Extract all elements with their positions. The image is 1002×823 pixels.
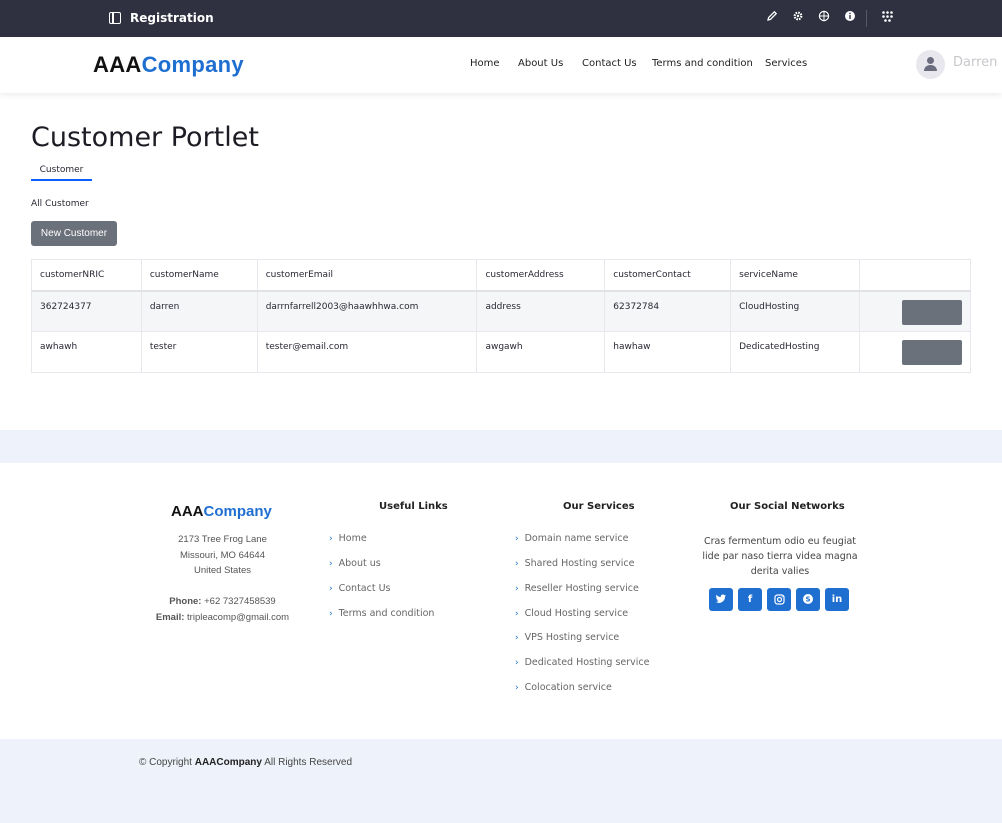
- service-link[interactable]: › Colocation service: [515, 682, 612, 693]
- chevron-right-icon: ›: [329, 609, 333, 619]
- copyright-text: © Copyright AAACompany All Rights Reserv…: [139, 757, 353, 768]
- toolbar-divider: [866, 10, 867, 27]
- column-header: customerEmail: [256, 259, 478, 292]
- copyright-band: [0, 739, 1002, 823]
- service-link[interactable]: › Domain name service: [515, 533, 628, 544]
- chevron-right-icon: ›: [515, 534, 519, 544]
- service-link[interactable]: › VPS Hosting service: [515, 632, 619, 643]
- footer-email: tripleacomp@gmail.com: [187, 611, 290, 623]
- cell-service: CloudHosting: [730, 290, 860, 332]
- table-row: 362724377 darren darrnfarrell2003@haawhh…: [31, 290, 972, 332]
- footer-link-about[interactable]: › About us: [329, 558, 381, 569]
- chevron-right-icon: ›: [329, 534, 333, 544]
- useful-links-heading: Useful Links: [379, 501, 448, 512]
- gear-icon[interactable]: [790, 10, 806, 26]
- cell-nric: 362724377: [31, 290, 142, 332]
- footer-phone: +62 7327458539: [204, 596, 276, 607]
- cell-email: darrnfarrell2003@haawhhwa.com: [256, 290, 478, 332]
- table-header-row: customerNRIC customerName customerEmail …: [31, 259, 972, 292]
- cell-address: awgawh: [476, 331, 606, 373]
- social-heading: Our Social Networks: [730, 501, 845, 512]
- linkedin-icon[interactable]: in: [825, 588, 849, 611]
- info-icon[interactable]: [842, 10, 858, 26]
- footer-link-home[interactable]: › Home: [329, 533, 367, 544]
- row-action-button[interactable]: [901, 340, 962, 365]
- control-menu-title: Registration: [130, 11, 214, 25]
- sidebar-toggle-icon[interactable]: [109, 12, 121, 24]
- cell-address: address: [476, 290, 606, 332]
- chevron-right-icon: ›: [515, 609, 519, 619]
- column-header: customerContact: [604, 259, 732, 292]
- service-link[interactable]: › Reseller Hosting service: [515, 583, 639, 594]
- nav-home[interactable]: Home: [470, 58, 500, 69]
- globe-icon[interactable]: [816, 10, 832, 26]
- services-heading: Our Services: [563, 501, 635, 512]
- chevron-right-icon: ›: [515, 584, 519, 594]
- page-title: Customer Portlet: [31, 122, 259, 153]
- tab-customer[interactable]: Customer: [31, 165, 92, 181]
- chevron-right-icon: ›: [515, 559, 519, 569]
- pencil-icon[interactable]: [764, 10, 780, 26]
- footer-top-band: [0, 430, 1002, 463]
- column-header: customerName: [140, 259, 258, 292]
- cell-nric: awhawh: [31, 331, 142, 373]
- nav-terms[interactable]: Terms and condition: [652, 58, 753, 69]
- table-row: awhawh tester tester@email.com awgawh ha…: [31, 331, 972, 373]
- cell-action: [858, 331, 972, 373]
- apps-grid-icon[interactable]: [879, 10, 895, 26]
- cell-email: tester@email.com: [256, 331, 478, 373]
- chevron-right-icon: ›: [329, 559, 333, 569]
- section-label: All Customer: [31, 199, 89, 209]
- column-header: serviceName: [730, 259, 860, 292]
- nav-contact-us[interactable]: Contact Us: [582, 58, 637, 69]
- customer-table: customerNRIC customerName customerEmail …: [31, 259, 972, 373]
- service-link[interactable]: › Dedicated Hosting service: [515, 657, 649, 668]
- social-description: Cras fermentum odio eu feugiat lide par …: [702, 536, 858, 577]
- column-header: customerAddress: [476, 259, 606, 292]
- column-header: [858, 259, 972, 292]
- cell-action: [858, 290, 972, 332]
- footer-contact: Phone: +62 7327458539 Email: tripleacomp…: [155, 596, 290, 623]
- svg-text:S: S: [805, 596, 810, 604]
- cell-contact: hawhaw: [604, 331, 732, 373]
- control-menu: Registration: [0, 0, 1002, 37]
- site-header: AAACompany Home About Us Contact Us Term…: [0, 37, 1002, 93]
- user-icon: [927, 57, 934, 64]
- cell-contact: 62372784: [604, 290, 732, 332]
- chevron-right-icon: ›: [515, 658, 519, 668]
- footer-link-contact[interactable]: › Contact Us: [329, 583, 391, 594]
- chevron-right-icon: ›: [515, 633, 519, 643]
- skype-icon[interactable]: S: [796, 588, 820, 611]
- nav-about-us[interactable]: About Us: [518, 58, 563, 69]
- twitter-icon[interactable]: [709, 588, 733, 611]
- footer-address: 2173 Tree Frog Lane Missouri, MO 64644 U…: [178, 534, 267, 576]
- instagram-icon[interactable]: [767, 588, 791, 611]
- cell-name: darren: [140, 290, 258, 332]
- footer-link-terms[interactable]: › Terms and condition: [329, 608, 434, 619]
- row-action-button[interactable]: [901, 299, 962, 325]
- chevron-right-icon: ›: [329, 584, 333, 594]
- cell-name: tester: [140, 331, 258, 373]
- footer-logo: AAACompany: [171, 503, 272, 520]
- chevron-right-icon: ›: [515, 683, 519, 693]
- site-logo[interactable]: AAACompany: [93, 52, 244, 78]
- facebook-icon[interactable]: f: [738, 588, 762, 611]
- cell-service: DedicatedHosting: [730, 331, 860, 373]
- service-link[interactable]: › Cloud Hosting service: [515, 608, 628, 619]
- user-avatar[interactable]: [916, 50, 945, 79]
- new-customer-button[interactable]: New Customer: [31, 221, 117, 246]
- user-name[interactable]: Darren: [953, 55, 997, 70]
- column-header: customerNRIC: [31, 259, 142, 292]
- nav-services[interactable]: Services: [765, 58, 807, 69]
- service-link[interactable]: › Shared Hosting service: [515, 558, 634, 569]
